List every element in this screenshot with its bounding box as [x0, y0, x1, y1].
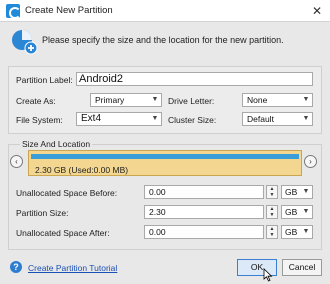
- unallocated-before-label: Unallocated Space Before:: [16, 188, 118, 198]
- partition-label-label: Partition Label:: [16, 75, 73, 85]
- unit-value: GB: [285, 227, 298, 237]
- spin-down-icon[interactable]: ▼: [267, 192, 277, 198]
- chevron-right-icon[interactable]: ›: [304, 155, 317, 168]
- unallocated-after-input[interactable]: 0.00: [144, 225, 264, 239]
- unit-value: GB: [285, 207, 298, 217]
- partition-size-spinner[interactable]: ▲ ▼: [266, 205, 278, 219]
- file-system-select[interactable]: Ext4 ▼: [76, 112, 162, 126]
- file-system-value: Ext4: [81, 113, 102, 124]
- chevron-down-icon: ▼: [302, 96, 310, 103]
- partition-map-bar[interactable]: 2.30 GB (Used:0.00 MB): [28, 150, 302, 176]
- unallocated-after-label: Unallocated Space After:: [16, 228, 110, 238]
- header-instructions: Please specify the size and the location…: [42, 35, 284, 45]
- tutorial-link[interactable]: Create Partition Tutorial: [28, 263, 117, 273]
- chevron-down-icon: ▼: [151, 96, 159, 103]
- partition-label-input[interactable]: Android2: [76, 72, 313, 86]
- create-as-value: Primary: [95, 95, 125, 105]
- chevron-left-icon[interactable]: ‹: [10, 155, 23, 168]
- title-bar: Create New Partition ✕: [0, 0, 330, 22]
- chevron-down-icon: ▼: [302, 208, 310, 215]
- chevron-down-icon: ▼: [151, 115, 159, 122]
- drive-letter-select[interactable]: None ▼: [242, 93, 313, 107]
- new-partition-icon: [12, 30, 38, 55]
- chevron-down-icon: ▼: [302, 228, 310, 235]
- size-location-title: Size And Location: [20, 139, 93, 149]
- cluster-size-label: Cluster Size:: [168, 115, 217, 125]
- cancel-button[interactable]: Cancel: [282, 259, 322, 276]
- unallocated-before-spinner[interactable]: ▲ ▼: [266, 185, 278, 199]
- partition-size-input[interactable]: 2.30: [144, 205, 264, 219]
- file-system-label: File System:: [16, 115, 63, 125]
- close-icon[interactable]: ✕: [305, 1, 329, 21]
- unallocated-before-input[interactable]: 0.00: [144, 185, 264, 199]
- help-icon[interactable]: ?: [10, 261, 22, 273]
- partition-used-fill: [31, 154, 299, 159]
- unallocated-before-unit[interactable]: GB ▼: [281, 185, 313, 199]
- cluster-size-value: Default: [247, 114, 274, 124]
- create-as-select[interactable]: Primary ▼: [90, 93, 162, 107]
- partition-size-label: Partition Size:: [16, 208, 69, 218]
- partition-size-unit[interactable]: GB ▼: [281, 205, 313, 219]
- unit-value: GB: [285, 187, 298, 197]
- partition-size-summary: 2.30 GB (Used:0.00 MB): [35, 165, 129, 175]
- drive-letter-value: None: [247, 95, 268, 105]
- unallocated-after-spinner[interactable]: ▲ ▼: [266, 225, 278, 239]
- chevron-down-icon: ▼: [302, 115, 310, 122]
- app-icon: [6, 4, 21, 19]
- chevron-down-icon: ▼: [302, 188, 310, 195]
- spin-down-icon[interactable]: ▼: [267, 212, 277, 218]
- spin-down-icon[interactable]: ▼: [267, 232, 277, 238]
- window-title: Create New Partition: [25, 5, 113, 16]
- mouse-cursor-icon: [263, 268, 273, 282]
- drive-letter-label: Drive Letter:: [168, 96, 215, 106]
- create-as-label: Create As:: [16, 96, 56, 106]
- cluster-size-select[interactable]: Default ▼: [242, 112, 313, 126]
- unallocated-after-unit[interactable]: GB ▼: [281, 225, 313, 239]
